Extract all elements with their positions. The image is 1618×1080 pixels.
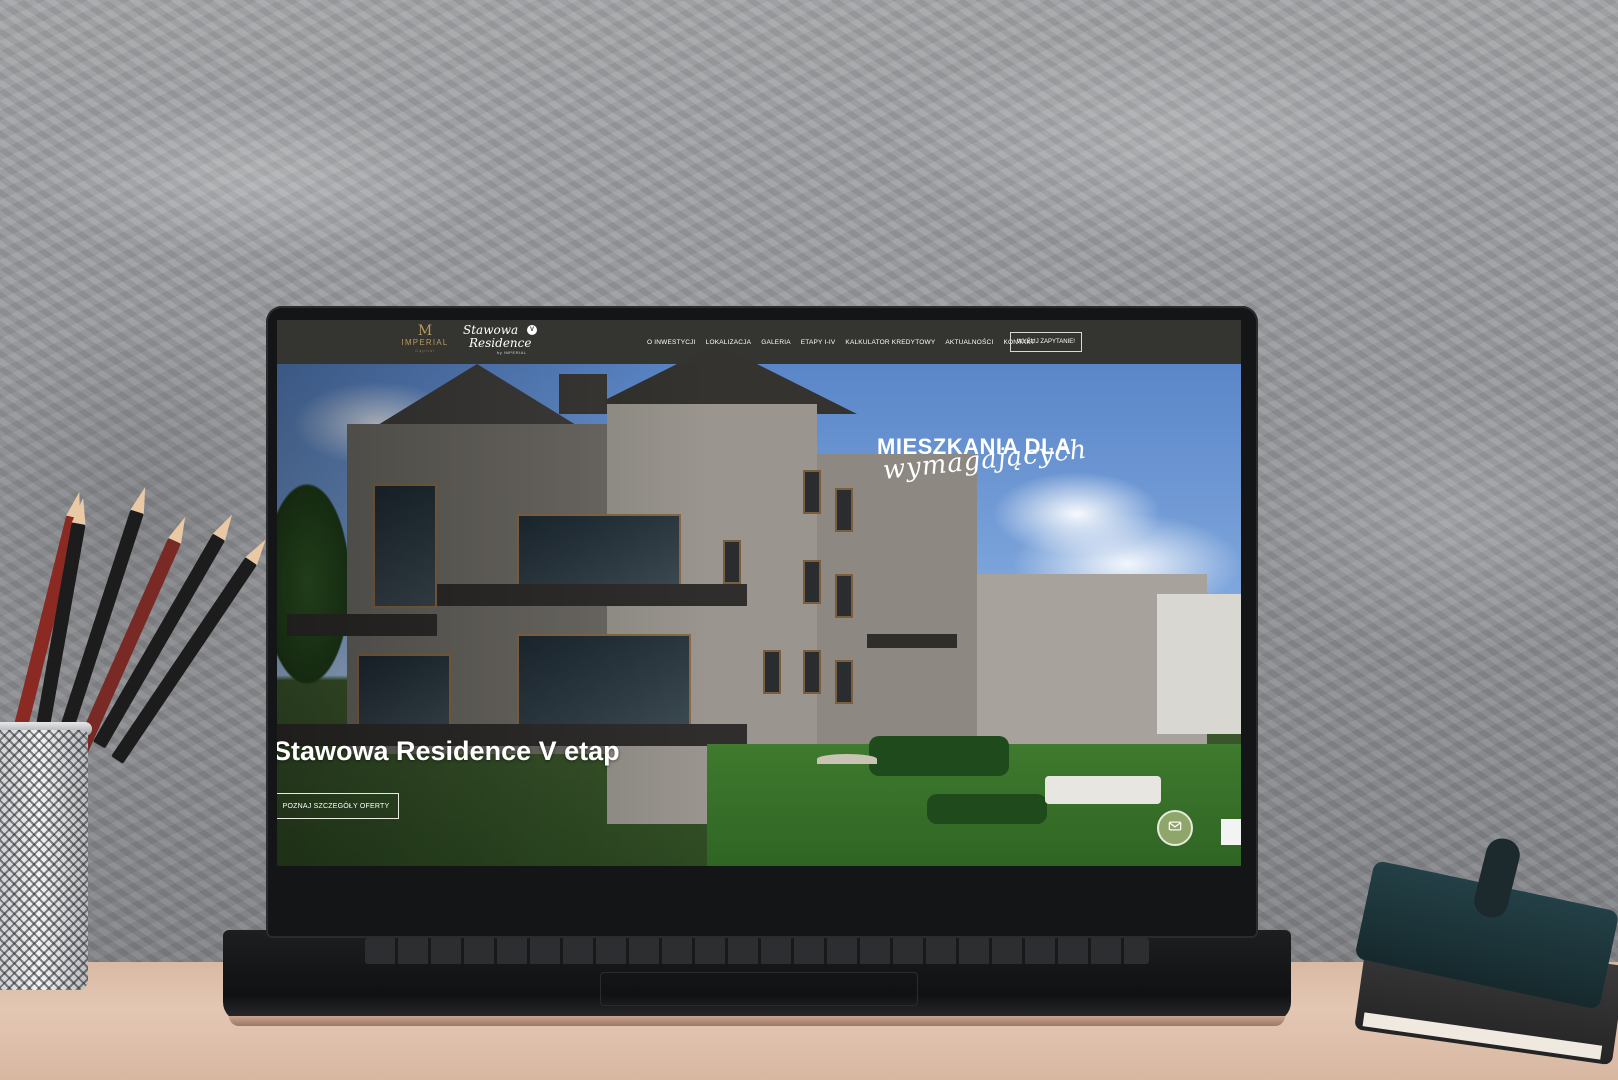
laptop-screen: M IMPERIAL Capital Stawowa Residence by … <box>277 320 1241 866</box>
contact-fab-button[interactable] <box>1157 810 1193 846</box>
imperial-logo-sub: Capital <box>415 348 435 353</box>
send-inquiry-button[interactable]: WYŚLIJ ZAPYTANIE! <box>1010 332 1082 352</box>
stawowa-logo-line2: Residence <box>469 336 532 350</box>
hero-section: MIESZKANIA DLA wymagających Stawowa Resi… <box>277 344 1241 866</box>
imperial-logo[interactable]: M IMPERIAL Capital <box>397 324 453 360</box>
mail-icon <box>1168 819 1182 838</box>
stawowa-logo-badge: V <box>527 325 537 335</box>
mesh-cup <box>0 730 88 990</box>
laptop-trackpad <box>600 972 918 1006</box>
imperial-logo-word: IMPERIAL <box>401 338 449 347</box>
hero-tagline: MIESZKANIA DLA wymagających <box>877 434 1117 486</box>
menu-item-aktualnosci[interactable]: AKTUALNOŚCI <box>945 339 993 346</box>
laptop-keyboard <box>365 938 1149 964</box>
stawowa-logo-by: by IMPERIAL <box>497 350 527 355</box>
recaptcha-badge <box>1221 819 1241 845</box>
offer-details-button[interactable]: POZNAJ SZCZEGÓŁY OFERTY <box>277 793 399 819</box>
imperial-logo-mark: M <box>417 323 433 339</box>
menu-item-kalkulator[interactable]: KALKULATOR KREDYTOWY <box>845 339 935 346</box>
stawowa-residence-logo[interactable]: Stawowa Residence by IMPERIAL V <box>463 324 539 360</box>
hero-title: Stawowa Residence V etap <box>277 736 620 766</box>
